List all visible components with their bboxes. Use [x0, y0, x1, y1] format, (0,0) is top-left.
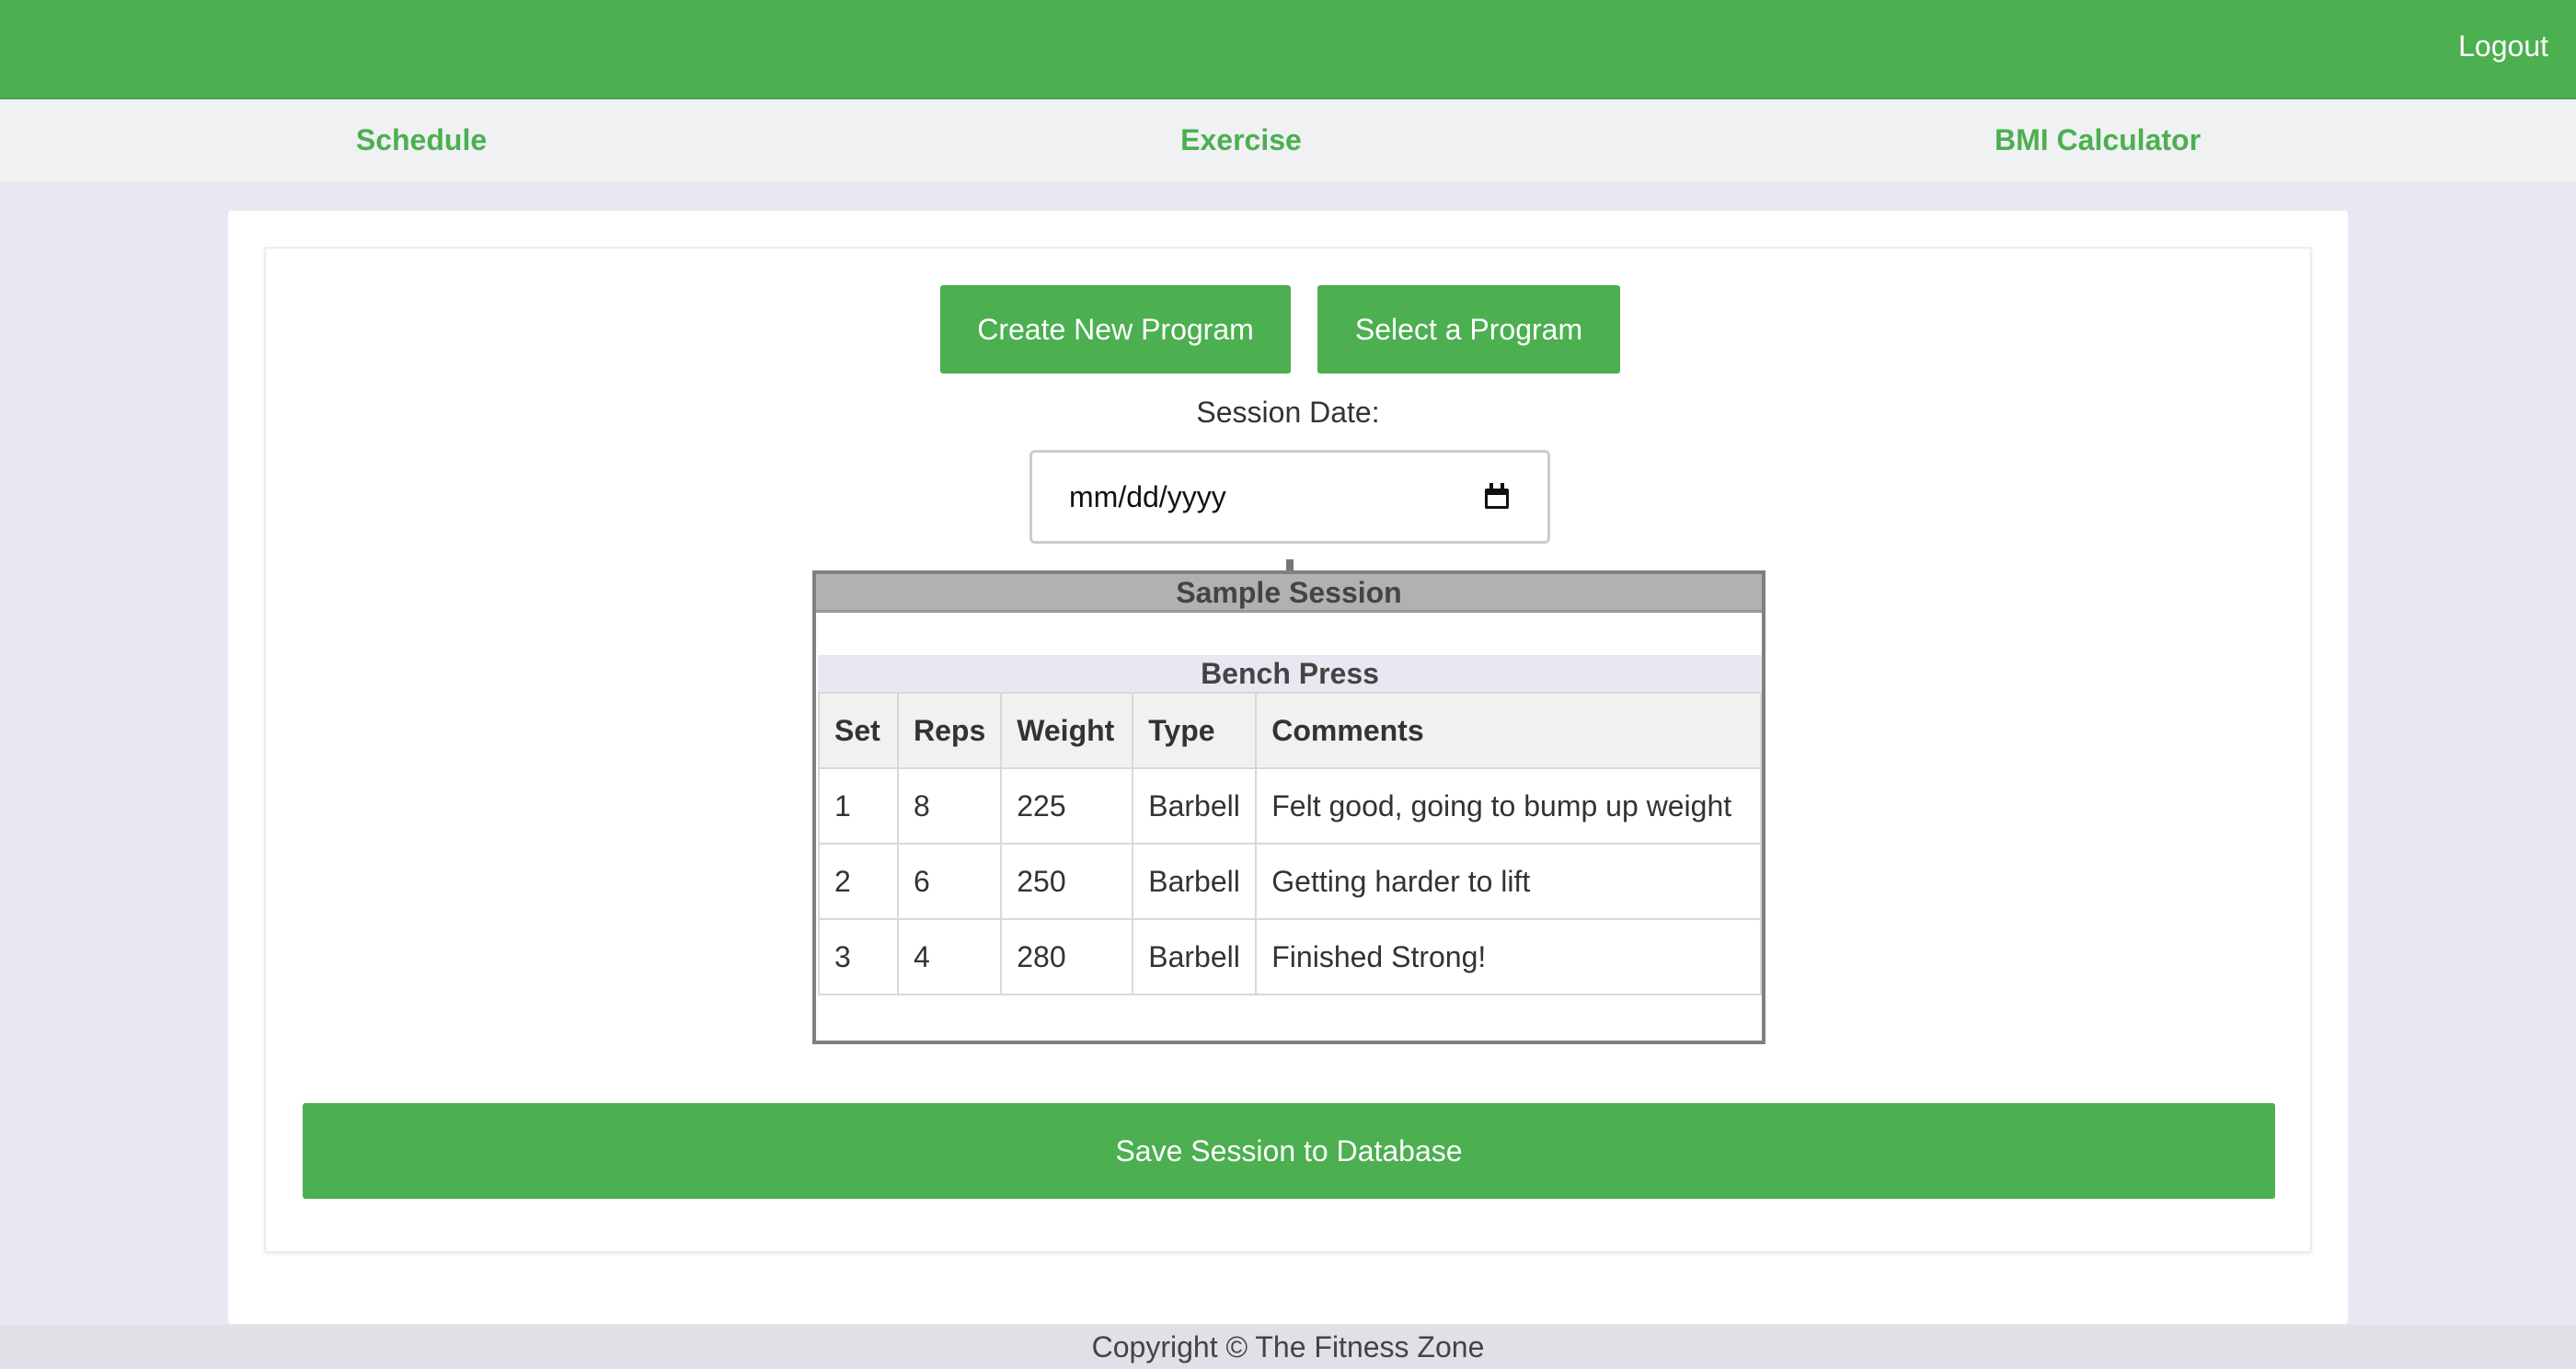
table-row: 1 8 225 Barbell Felt good, going to bump… — [818, 767, 1762, 845]
cell-type: Barbell — [1132, 843, 1258, 920]
session-date-input[interactable]: mm/dd/yyyy — [1029, 450, 1550, 544]
column-header-set: Set — [818, 692, 899, 769]
column-header-weight: Weight — [1000, 692, 1134, 769]
cell-comments: Felt good, going to bump up weight — [1255, 767, 1762, 845]
cell-weight: 280 — [1000, 918, 1134, 995]
session-date-label: Session Date: — [1196, 396, 1380, 429]
select-program-button[interactable]: Select a Program — [1317, 285, 1620, 374]
cell-reps: 4 — [896, 918, 1003, 995]
cell-set: 3 — [818, 918, 899, 995]
session-title: Sample Session — [816, 574, 1762, 613]
table-row: 3 4 280 Barbell Finished Strong! — [818, 918, 1762, 995]
cell-reps: 8 — [896, 767, 1003, 845]
cell-set: 2 — [818, 843, 899, 920]
cell-type: Barbell — [1132, 767, 1258, 845]
sets-table: Set Reps Weight Type Comments 1 8 225 Ba… — [818, 692, 1762, 995]
nav-item-schedule[interactable]: Schedule — [356, 123, 487, 157]
cell-weight: 225 — [1000, 767, 1134, 845]
nav-item-exercise[interactable]: Exercise — [1180, 123, 1302, 157]
cell-reps: 6 — [896, 843, 1003, 920]
calendar-icon[interactable] — [1483, 483, 1511, 511]
drag-handle — [1286, 559, 1294, 570]
save-session-button[interactable]: Save Session to Database — [303, 1103, 2275, 1199]
column-header-type: Type — [1132, 692, 1258, 769]
main-nav: Schedule Exercise BMI Calculator — [0, 99, 2576, 181]
cell-comments: Finished Strong! — [1255, 918, 1762, 995]
cell-comments: Getting harder to lift — [1255, 843, 1762, 920]
cell-weight: 250 — [1000, 843, 1134, 920]
session-card: Create New Program Select a Program Sess… — [265, 247, 2311, 1252]
cell-type: Barbell — [1132, 918, 1258, 995]
exercise-title: Bench Press — [818, 655, 1762, 692]
table-row: 2 6 250 Barbell Getting harder to lift — [818, 843, 1762, 920]
top-bar: Logout — [0, 0, 2576, 99]
nav-item-bmi-calculator[interactable]: BMI Calculator — [1995, 123, 2201, 157]
table-header-row: Set Reps Weight Type Comments — [818, 692, 1762, 769]
logout-link[interactable]: Logout — [2458, 29, 2548, 63]
date-placeholder: mm/dd/yyyy — [1069, 479, 1226, 513]
footer-copyright: Copyright © The Fitness Zone — [0, 1325, 2576, 1369]
column-header-comments: Comments — [1255, 692, 1762, 769]
sample-session-table: Sample Session Bench Press Set Reps Weig… — [812, 570, 1765, 1044]
create-new-program-button[interactable]: Create New Program — [940, 285, 1291, 374]
cell-set: 1 — [818, 767, 899, 845]
column-header-reps: Reps — [896, 692, 1003, 769]
content-panel: Create New Program Select a Program Sess… — [228, 211, 2348, 1324]
